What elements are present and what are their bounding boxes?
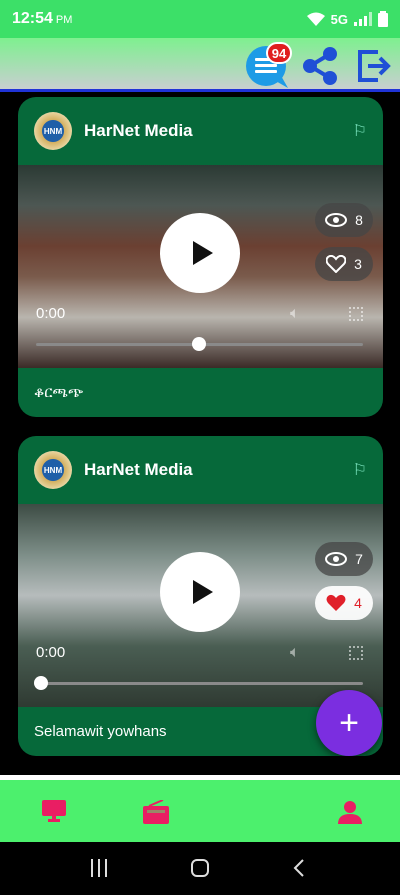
signal-icon <box>354 12 372 26</box>
status-bar: 12:54 PM 5G <box>0 0 400 38</box>
channel-name[interactable]: HarNet Media <box>84 121 193 141</box>
eye-icon <box>325 213 348 227</box>
add-post-button[interactable]: + <box>316 690 382 756</box>
person-icon <box>338 801 362 824</box>
tv-icon <box>42 800 66 822</box>
flag-icon[interactable]: ⚐ <box>353 460 367 480</box>
share-icon <box>303 47 337 85</box>
seek-bar[interactable] <box>36 337 363 351</box>
nav-tv-button[interactable] <box>42 800 66 827</box>
video-card: HNM HarNet Media ⚐ 8 3 0:00 🔈︎ ቆርጫጭ <box>18 97 383 417</box>
seek-bar[interactable] <box>34 676 363 690</box>
channel-avatar[interactable]: HNM <box>34 451 72 489</box>
share-button[interactable] <box>300 46 340 86</box>
views-pill: 8 <box>315 203 373 237</box>
playback-time: 0:00 <box>36 305 66 322</box>
heart-outline-icon <box>326 255 347 273</box>
status-time: 12:54 PM <box>12 10 73 27</box>
likes-count: 3 <box>354 256 362 272</box>
nav-profile-button[interactable] <box>338 800 362 829</box>
home-icon[interactable] <box>190 858 210 878</box>
eye-icon <box>325 552 348 566</box>
notification-badge: 94 <box>266 42 292 64</box>
status-icons: 5G <box>306 11 388 27</box>
views-pill: 7 <box>315 542 373 576</box>
logout-icon <box>358 50 391 82</box>
app-bar: 94 <box>0 38 400 92</box>
views-count: 8 <box>355 212 363 228</box>
seek-thumb[interactable] <box>192 337 206 351</box>
logout-button[interactable] <box>356 48 392 84</box>
nav-radio-button[interactable] <box>143 799 169 829</box>
video-player[interactable]: 8 3 0:00 🔈︎ <box>18 165 383 368</box>
channel-avatar[interactable]: HNM <box>34 112 72 150</box>
card-header: HNM HarNet Media ⚐ <box>18 97 383 165</box>
seek-thumb[interactable] <box>34 676 48 690</box>
playback-time: 0:00 <box>36 644 66 661</box>
channel-name[interactable]: HarNet Media <box>84 460 193 480</box>
views-count: 7 <box>355 551 363 567</box>
likes-count: 4 <box>354 595 362 611</box>
flag-icon[interactable]: ⚐ <box>353 121 367 141</box>
video-player[interactable]: 7 4 0:00 🔈︎ <box>18 504 383 707</box>
like-button[interactable]: 4 <box>315 586 373 620</box>
bottom-nav <box>0 780 400 842</box>
fullscreen-icon[interactable] <box>349 646 363 660</box>
network-type: 5G <box>330 11 348 27</box>
chat-button[interactable]: 94 <box>244 42 292 90</box>
volume-icon[interactable]: 🔈︎ <box>290 644 300 662</box>
video-feed[interactable]: HNM HarNet Media ⚐ 8 3 0:00 🔈︎ ቆርጫጭ HNM … <box>0 95 400 775</box>
battery-icon <box>378 11 388 27</box>
back-icon[interactable] <box>292 858 306 878</box>
heart-filled-icon <box>326 594 346 611</box>
fullscreen-icon[interactable] <box>349 307 363 321</box>
volume-icon[interactable]: 🔈︎ <box>290 305 300 323</box>
play-button[interactable] <box>160 552 240 632</box>
wifi-icon <box>306 12 325 26</box>
play-button[interactable] <box>160 213 240 293</box>
card-header: HNM HarNet Media ⚐ <box>18 436 383 504</box>
video-caption: ቆርጫጭ <box>34 383 84 401</box>
recent-apps-icon[interactable] <box>90 859 108 877</box>
system-nav-bar <box>0 842 400 895</box>
radio-icon <box>143 799 169 824</box>
like-button[interactable]: 3 <box>315 247 373 281</box>
